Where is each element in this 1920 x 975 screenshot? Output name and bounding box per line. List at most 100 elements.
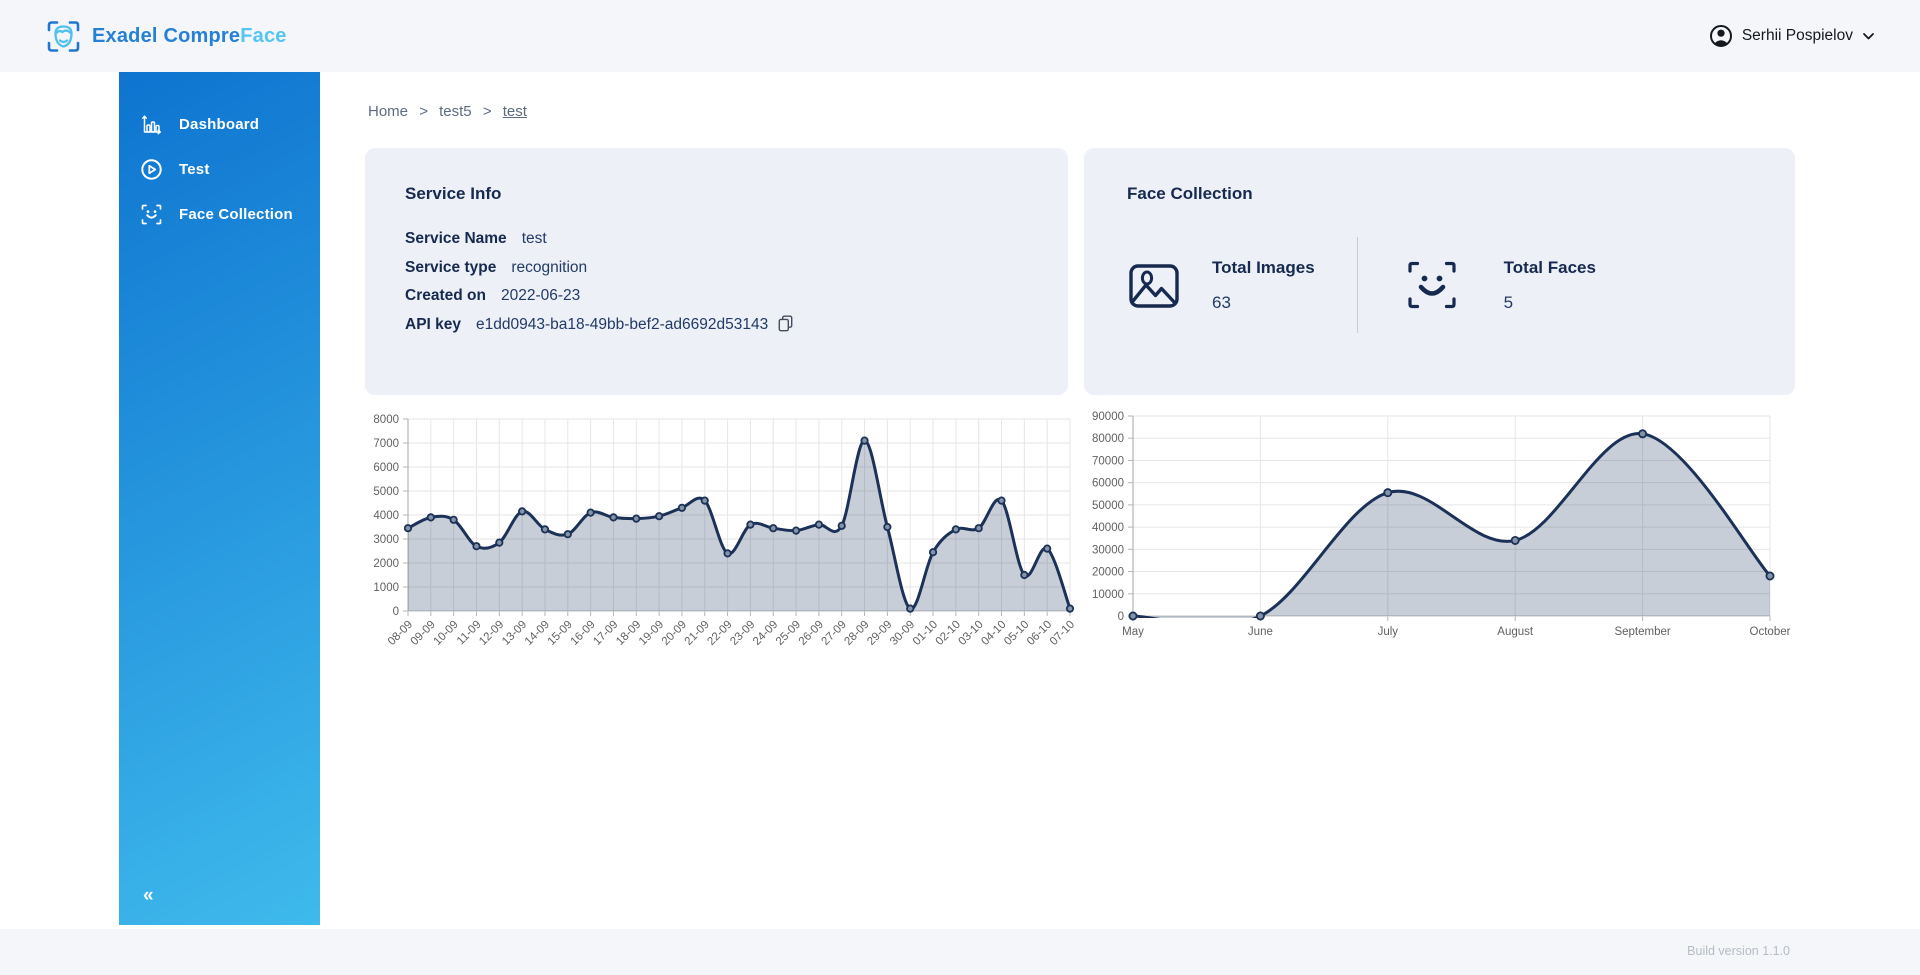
svg-text:19-09: 19-09 [637, 619, 666, 648]
compreface-logo-icon [45, 18, 82, 55]
svg-text:04-10: 04-10 [979, 619, 1008, 648]
created-on-value: 2022-06-23 [501, 287, 580, 304]
total-faces-text: Total Faces 5 [1504, 258, 1596, 313]
sidebar-item-dashboard[interactable]: Dashboard [119, 102, 320, 147]
face-collection-stats: Total Images 63 [1127, 237, 1752, 333]
svg-text:6000: 6000 [373, 462, 399, 474]
svg-text:30000: 30000 [1092, 544, 1124, 556]
svg-text:03-10: 03-10 [957, 619, 986, 648]
svg-text:27-09: 27-09 [820, 619, 849, 648]
breadcrumb-home[interactable]: Home [368, 103, 408, 120]
svg-text:8000: 8000 [373, 414, 399, 426]
svg-text:1000: 1000 [373, 582, 399, 594]
svg-text:06-10: 06-10 [1025, 619, 1054, 648]
svg-text:28-09: 28-09 [842, 619, 871, 648]
face-collection-card: Face Collection Total Images 63 [1084, 148, 1795, 395]
breadcrumb-separator: > [419, 103, 428, 120]
svg-text:16-09: 16-09 [568, 619, 597, 648]
svg-text:29-09: 29-09 [865, 619, 894, 648]
total-images-text: Total Images 63 [1212, 258, 1315, 313]
sidebar: Dashboard Test [119, 72, 320, 925]
copy-api-key-button[interactable] [778, 319, 793, 336]
svg-text:02-10: 02-10 [934, 619, 963, 648]
svg-text:22-09: 22-09 [705, 619, 734, 648]
stats-divider [1357, 237, 1358, 333]
svg-text:05-10: 05-10 [1002, 619, 1031, 648]
service-type-row: Service typerecognition [405, 254, 1028, 283]
svg-text:14-09: 14-09 [523, 619, 552, 648]
total-faces-label: Total Faces [1504, 258, 1596, 278]
daily-usage-chart: 01000200030004000500060007000800008-0909… [330, 405, 1090, 690]
svg-text:May: May [1122, 626, 1144, 638]
svg-text:90000: 90000 [1092, 411, 1124, 423]
svg-text:20-09: 20-09 [660, 619, 689, 648]
user-name: Serhii Pospielov [1742, 27, 1853, 45]
copy-icon [778, 315, 793, 332]
breadcrumb-current[interactable]: test [503, 103, 527, 120]
user-avatar-icon [1709, 24, 1733, 48]
svg-text:October: October [1750, 626, 1791, 638]
brand-primary: Exadel Compre [92, 25, 240, 47]
svg-text:21-09: 21-09 [683, 619, 712, 648]
svg-text:13-09: 13-09 [500, 619, 529, 648]
api-key-label: API key [405, 316, 461, 333]
svg-text:30-09: 30-09 [888, 619, 917, 648]
page: Exadel CompreFace Serhii Pospielov [0, 0, 1920, 975]
footer: Build version 1.1.0 [0, 929, 1920, 975]
svg-text:September: September [1614, 626, 1670, 638]
chevron-down-icon [1862, 32, 1875, 41]
svg-text:18-09: 18-09 [614, 619, 643, 648]
svg-text:15-09: 15-09 [546, 619, 575, 648]
monthly-usage-chart: 0100002000030000400005000060000700008000… [1080, 405, 1810, 690]
svg-text:20000: 20000 [1092, 567, 1124, 579]
service-name-row: Service Nametest [405, 225, 1028, 254]
app-header: Exadel CompreFace Serhii Pospielov [0, 0, 1920, 72]
svg-text:0: 0 [393, 606, 399, 618]
svg-text:70000: 70000 [1092, 455, 1124, 467]
image-icon [1127, 257, 1181, 313]
face-collection-title: Face Collection [1127, 184, 1752, 204]
total-faces-value: 5 [1504, 293, 1596, 313]
brand-accent: Face [240, 25, 286, 47]
svg-text:5000: 5000 [373, 486, 399, 498]
svg-text:0: 0 [1118, 611, 1124, 623]
svg-text:July: July [1378, 626, 1399, 638]
sidebar-collapse-button[interactable]: « [135, 881, 162, 911]
svg-text:40000: 40000 [1092, 522, 1124, 534]
svg-text:7000: 7000 [373, 438, 399, 450]
service-info-fields: Service Nametest Service typerecognition… [405, 225, 1028, 342]
breadcrumb-separator: > [483, 103, 492, 120]
bar-chart-icon [140, 113, 163, 136]
svg-text:08-09: 08-09 [386, 619, 415, 648]
service-name-value: test [522, 230, 547, 247]
svg-text:11-09: 11-09 [455, 619, 484, 648]
svg-text:01-10: 01-10 [911, 619, 940, 648]
service-info-title: Service Info [405, 184, 1028, 204]
svg-text:09-09: 09-09 [409, 619, 438, 648]
sidebar-item-test[interactable]: Test [119, 147, 320, 192]
svg-text:August: August [1497, 626, 1534, 638]
svg-text:23-09: 23-09 [728, 619, 757, 648]
svg-text:80000: 80000 [1092, 433, 1124, 445]
build-version: Build version 1.1.0 [1687, 929, 1790, 973]
sidebar-item-face-collection[interactable]: Face Collection [119, 192, 320, 237]
svg-text:3000: 3000 [373, 534, 399, 546]
user-menu[interactable]: Serhii Pospielov [1709, 24, 1875, 48]
sidebar-item-label: Face Collection [179, 206, 293, 223]
created-on-label: Created on [405, 287, 486, 304]
total-images-label: Total Images [1212, 258, 1315, 278]
total-faces-stat: Total Faces 5 [1404, 257, 1596, 313]
sidebar-nav: Dashboard Test [119, 72, 320, 237]
svg-text:24-09: 24-09 [751, 619, 780, 648]
face-scan-icon [140, 203, 163, 226]
svg-text:25-09: 25-09 [774, 619, 803, 648]
breadcrumb: Home > test5 > test [368, 103, 527, 120]
breadcrumb-test5[interactable]: test5 [439, 103, 472, 120]
svg-text:June: June [1248, 626, 1273, 638]
play-circle-icon [140, 158, 163, 181]
svg-text:60000: 60000 [1092, 478, 1124, 490]
api-key-row: API keye1dd0943-ba18-49bb-bef2-ad6692d53… [405, 311, 1028, 343]
total-images-value: 63 [1212, 293, 1315, 313]
svg-text:10-09: 10-09 [431, 619, 460, 648]
svg-text:07-10: 07-10 [1048, 619, 1077, 648]
